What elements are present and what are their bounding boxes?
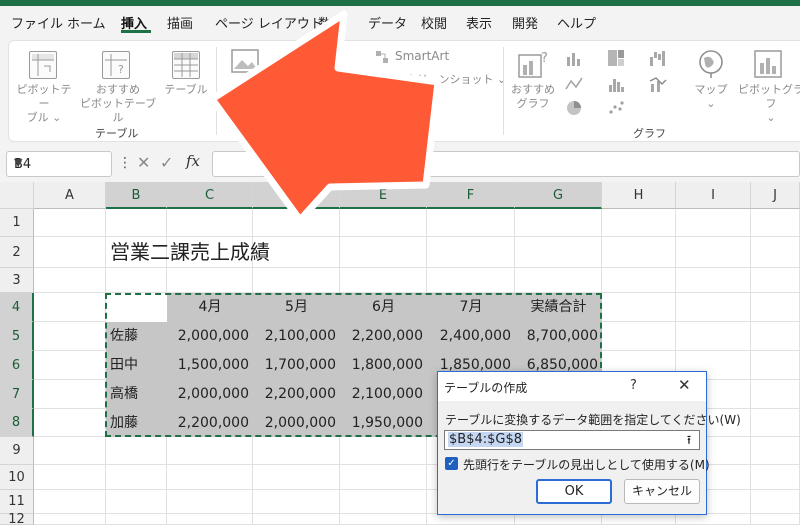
pivot-chart-icon <box>754 50 782 78</box>
insert-function-icon[interactable]: fx <box>186 152 200 170</box>
grid-row-line <box>34 267 800 268</box>
row-header-1[interactable]: 1 <box>0 209 34 237</box>
row-header-7[interactable]: 7 <box>0 380 34 409</box>
statistic-chart-icon[interactable] <box>607 75 625 93</box>
column-header-e[interactable]: E <box>340 182 427 209</box>
sheet-title: 営業二課売上成績 <box>110 240 270 264</box>
help-icon[interactable]: ? <box>630 378 637 393</box>
recommended-pivot-icon: ? <box>102 51 130 79</box>
menu-help[interactable]: ヘルプ <box>557 13 596 32</box>
range-input[interactable]: $B$4:$G$8 ⭱ <box>444 430 700 450</box>
row-header-8[interactable]: 8 <box>0 409 34 437</box>
name-box[interactable]: B4 ▼ <box>6 151 112 177</box>
formula-input[interactable] <box>212 151 800 177</box>
menu-file[interactable]: ファイル <box>11 13 63 32</box>
create-table-dialog: テーブルの作成 ? ✕ テーブルに変換するデータ範囲を指定してください(W) $… <box>437 371 741 515</box>
cancel-button[interactable]: キャンセル <box>624 479 700 504</box>
grid-column-line <box>750 209 751 525</box>
line-chart-icon[interactable] <box>565 75 583 93</box>
recommended-pivot-label: おすすめ ピボットテーブル <box>79 83 157 124</box>
table-group-label: テーブル <box>95 127 139 140</box>
ok-button[interactable]: OK <box>536 479 612 504</box>
pie-chart-icon[interactable] <box>565 99 583 117</box>
smartart-icon <box>376 51 388 63</box>
svg-text:?: ? <box>118 63 124 76</box>
more-options-icon[interactable]: ⋮ <box>118 155 132 171</box>
combo-chart-icon[interactable] <box>649 75 667 93</box>
pivot-table-label: ピボットテー ブル ⌄ <box>16 83 72 124</box>
waterfall-chart-icon[interactable] <box>649 49 667 67</box>
range-input-value: $B$4:$G$8 <box>448 432 523 447</box>
menu-page-layout[interactable]: ページ レイアウト <box>215 13 323 32</box>
recommended-chart-label: おすすめ グラフ <box>511 83 555 110</box>
column-header-j[interactable]: J <box>751 182 800 209</box>
row-header-3[interactable]: 3 <box>0 268 34 293</box>
column-header-g[interactable]: G <box>515 182 602 209</box>
column-header-b[interactable]: B <box>106 182 167 209</box>
row-header-11[interactable]: 11 <box>0 490 34 514</box>
dialog-title: テーブルの作成 <box>444 381 528 395</box>
screenshot-label: スクリーンショット ⌄ <box>395 73 507 86</box>
cancel-entry-icon[interactable]: ✕ <box>137 153 150 172</box>
column-chart-icon[interactable] <box>565 49 583 67</box>
row-header-9[interactable]: 9 <box>0 437 34 465</box>
hierarchy-chart-icon[interactable] <box>607 49 625 67</box>
dialog-title-bar[interactable]: テーブルの作成 ? ✕ <box>438 372 706 401</box>
globe-icon <box>699 50 723 78</box>
ribbon-separator <box>216 47 217 135</box>
ribbon-separator <box>503 47 504 135</box>
has-headers-checkbox[interactable]: ✓ <box>445 457 458 470</box>
pivot-chart-label: ピボットグラフ ⌄ <box>738 83 800 124</box>
select-all-corner[interactable] <box>0 182 34 209</box>
has-headers-label[interactable]: 先頭行をテーブルの見出しとして使用する(M) <box>463 456 710 473</box>
row-header-4[interactable]: 4 <box>0 293 34 322</box>
row-header-10[interactable]: 10 <box>0 465 34 490</box>
picture-icon <box>231 49 259 73</box>
map-chart-label: マップ ⌄ <box>694 83 728 110</box>
menu-bar: ファイル ホーム 挿入 描画 ページ レイアウト 数 データ 校閲 表示 開発 … <box>0 6 800 36</box>
collapse-dialog-icon[interactable]: ⭱ <box>682 433 696 447</box>
menu-home[interactable]: ホーム <box>67 13 106 32</box>
confirm-entry-icon[interactable]: ✓ <box>160 153 173 172</box>
column-header-f[interactable]: F <box>427 182 515 209</box>
scatter-chart-icon[interactable] <box>607 99 625 117</box>
ribbon: ピボットテー ブル ⌄ ? おすすめ ピボットテーブル テーブル テーブル Sm… <box>8 40 800 142</box>
range-prompt: テーブルに変換するデータ範囲を指定してください(W) <box>445 413 741 427</box>
column-header-i[interactable]: I <box>676 182 751 209</box>
menu-draw[interactable]: 描画 <box>167 13 193 32</box>
close-icon[interactable]: ✕ <box>678 376 691 394</box>
row-header-12[interactable]: 12 <box>0 513 34 525</box>
menu-developer[interactable]: 開発 <box>512 13 538 32</box>
pivot-table-icon <box>29 51 57 79</box>
active-tab-indicator <box>121 30 151 33</box>
row-header-2[interactable]: 2 <box>0 237 34 268</box>
column-header-d[interactable]: D <box>253 182 340 209</box>
row-header-6[interactable]: 6 <box>0 351 34 380</box>
column-header-h[interactable]: H <box>602 182 676 209</box>
row-header-5[interactable]: 5 <box>0 322 34 351</box>
menu-review[interactable]: 校閲 <box>421 13 447 32</box>
table-label: テーブル <box>164 83 208 96</box>
menu-data[interactable]: データ <box>368 13 407 32</box>
recommended-chart-icon: ? <box>518 51 548 78</box>
smartart-label: SmartArt <box>395 49 450 63</box>
chevron-down-icon[interactable]: ▼ <box>14 156 105 169</box>
chart-group-label: グラフ <box>633 127 666 140</box>
column-header-a[interactable]: A <box>34 182 106 209</box>
table-icon <box>172 51 200 79</box>
menu-view[interactable]: 表示 <box>466 13 492 32</box>
menu-formulas[interactable]: 数 <box>318 13 331 32</box>
column-header-c[interactable]: C <box>167 182 253 209</box>
svg-text:?: ? <box>541 51 548 66</box>
